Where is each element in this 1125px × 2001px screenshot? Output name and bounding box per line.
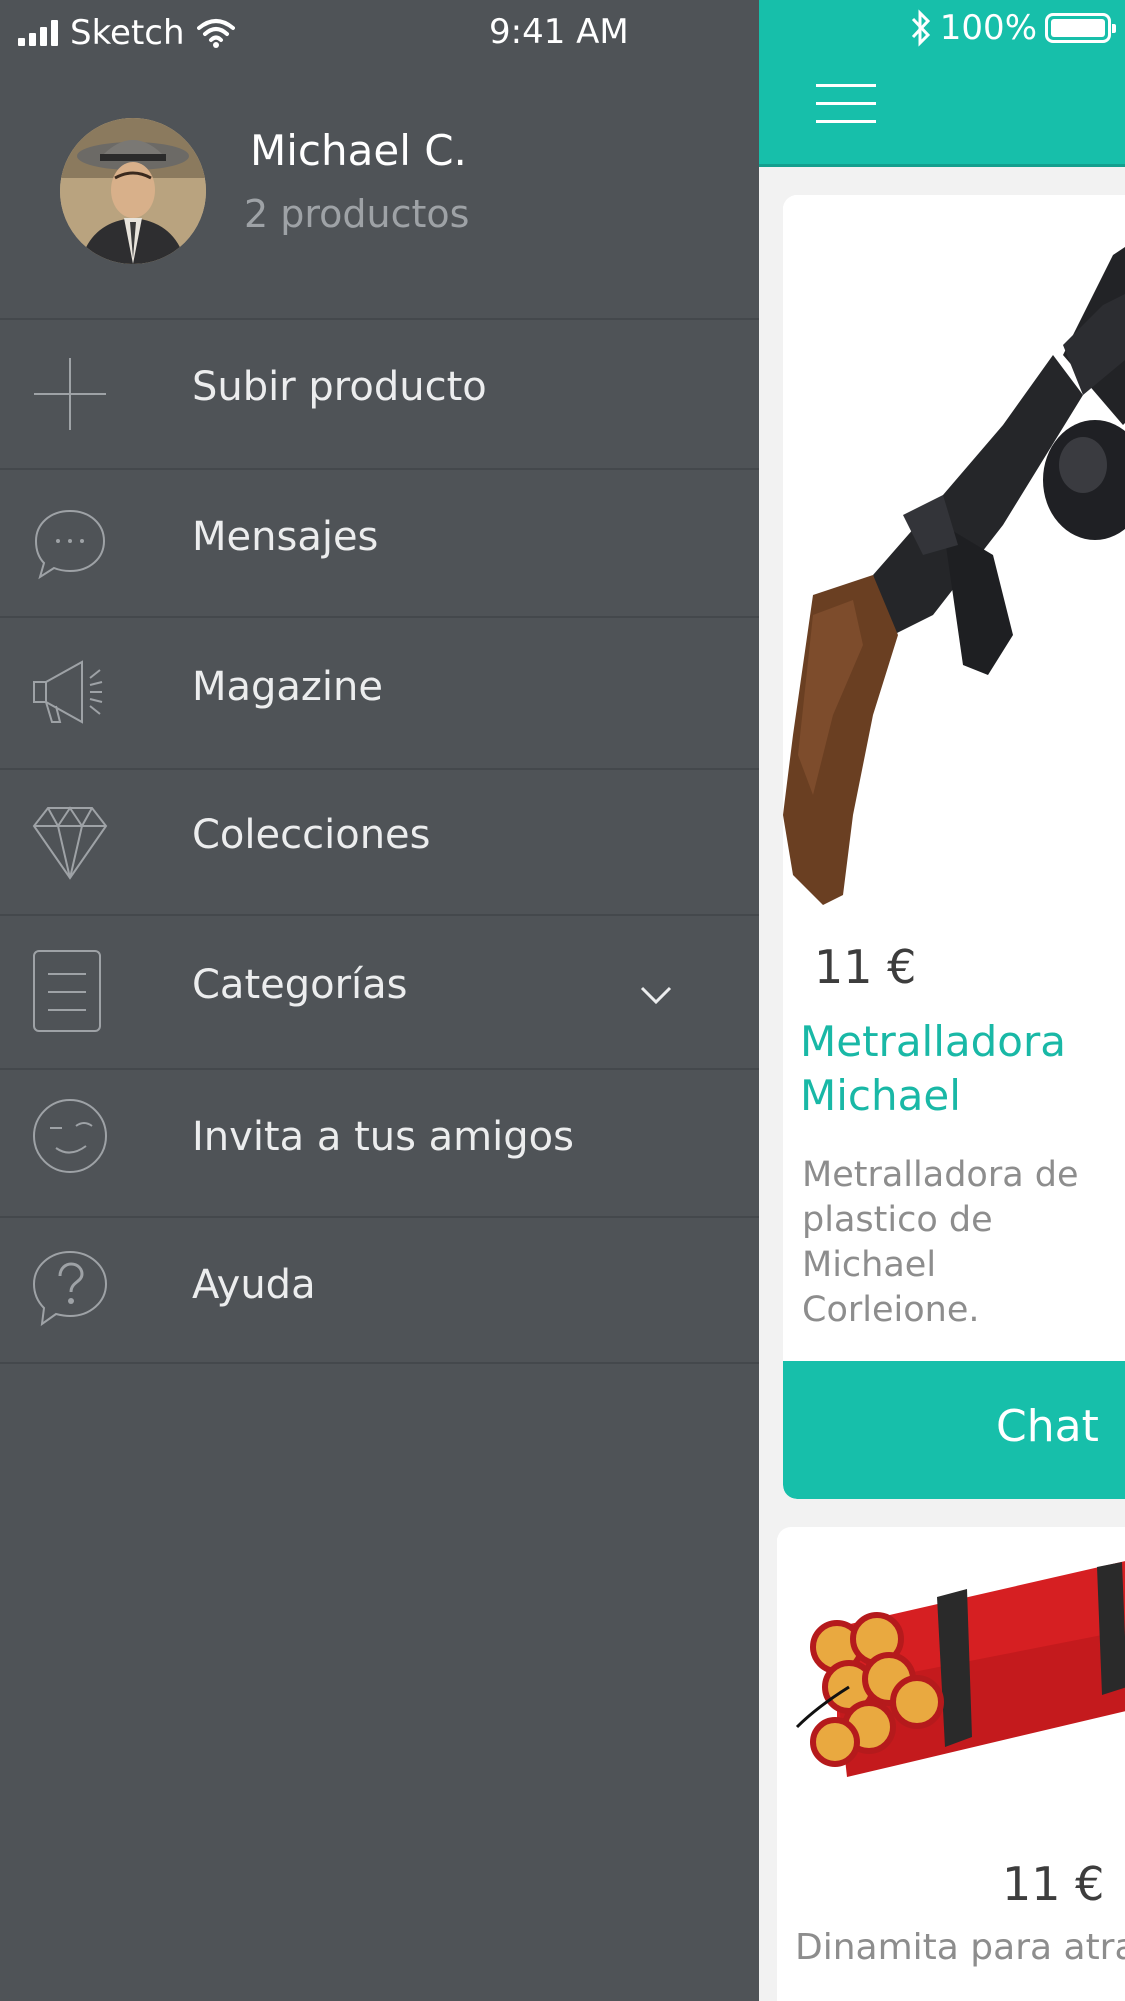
product-image[interactable] bbox=[783, 195, 1125, 915]
product-description: Metralladora de plastico de Michael Corl… bbox=[802, 1155, 1079, 1330]
menu-item-label: Ayuda bbox=[192, 1262, 316, 1308]
menu-item-label: Invita a tus amigos bbox=[192, 1114, 574, 1160]
wifi-icon bbox=[196, 19, 235, 48]
product-card[interactable]: 11 € Dinamita para atra bbox=[777, 1527, 1125, 2001]
battery-percent: 100% bbox=[939, 8, 1037, 48]
profile-header[interactable]: Michael C. 2 productos bbox=[0, 110, 759, 318]
bluetooth-icon bbox=[911, 9, 930, 47]
megaphone-icon bbox=[33, 660, 103, 724]
side-drawer: Sketch 9:41 AM Michael C. 2 productos Su… bbox=[0, 0, 759, 2001]
app-header: 100% bbox=[759, 0, 1125, 167]
menu-item-ayuda[interactable]: Ayuda bbox=[0, 1218, 759, 1364]
product-price: 11 € bbox=[1002, 1857, 1105, 1911]
menu-item-mensajes[interactable]: Mensajes bbox=[0, 470, 759, 616]
divider bbox=[0, 1362, 759, 1364]
menu-item-label: Subir producto bbox=[192, 364, 487, 410]
menu-item-invita-amigos[interactable]: Invita a tus amigos bbox=[0, 1070, 759, 1216]
diamond-icon bbox=[32, 806, 108, 880]
list-icon bbox=[33, 950, 101, 1032]
menu-item-label: Categorías bbox=[192, 962, 408, 1008]
avatar[interactable] bbox=[60, 118, 206, 264]
battery-icon bbox=[1045, 13, 1116, 43]
chat-button[interactable]: Chat bbox=[783, 1361, 1125, 1499]
menu-item-label: Mensajes bbox=[192, 514, 379, 560]
menu-item-categorias[interactable]: Categorías bbox=[0, 916, 759, 1068]
product-price: 11 € bbox=[814, 940, 917, 994]
menu-item-colecciones[interactable]: Colecciones bbox=[0, 770, 759, 914]
signal-icon bbox=[18, 20, 58, 46]
status-bar-right: 100% bbox=[910, 8, 1116, 48]
menu-item-label: Colecciones bbox=[192, 812, 431, 858]
product-title[interactable]: Metralladora Michael bbox=[800, 1015, 1125, 1123]
wink-face-icon bbox=[33, 1099, 107, 1173]
chat-button-label: Chat bbox=[996, 1401, 1099, 1452]
menu-item-subir-producto[interactable]: Subir producto bbox=[0, 320, 759, 468]
status-time: 9:41 AM bbox=[489, 12, 629, 52]
chevron-down-icon[interactable] bbox=[638, 982, 674, 1006]
plus-icon bbox=[34, 358, 106, 430]
profile-product-count: 2 productos bbox=[244, 192, 470, 236]
hamburger-menu-icon[interactable] bbox=[816, 84, 876, 124]
product-image[interactable] bbox=[777, 1537, 1125, 1837]
menu-item-magazine[interactable]: Magazine bbox=[0, 618, 759, 768]
profile-name: Michael C. bbox=[250, 126, 467, 175]
product-card[interactable]: 11 € Metralladora Michael Metralladora d… bbox=[783, 195, 1125, 1499]
status-bar-left: Sketch bbox=[18, 8, 235, 58]
carrier-label: Sketch bbox=[70, 13, 185, 53]
chat-bubble-icon bbox=[34, 509, 106, 580]
help-bubble-icon bbox=[32, 1250, 108, 1327]
menu-item-label: Magazine bbox=[192, 664, 383, 710]
product-title[interactable]: Dinamita para atra bbox=[795, 1927, 1125, 1968]
